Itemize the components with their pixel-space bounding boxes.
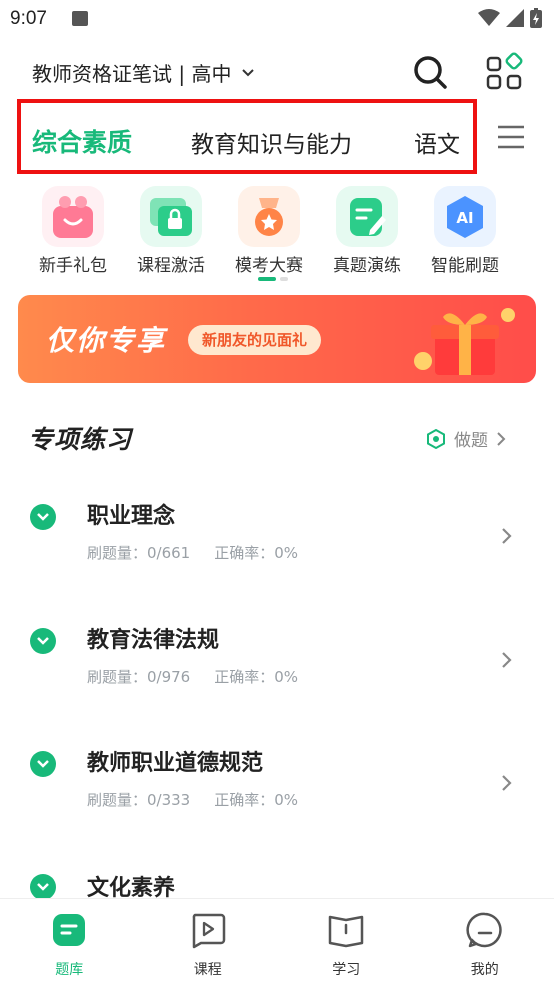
quick-actions: 新手礼包 课程激活 模考大赛 真题演练 AI 智能刷题	[24, 186, 524, 276]
quick-actions-pager	[258, 277, 288, 281]
nav-label: 课程	[193, 962, 222, 978]
question-bank-icon	[50, 911, 88, 949]
nav-course[interactable]: 课程	[139, 899, 278, 984]
battery-charging-icon	[530, 8, 542, 28]
quick-action-mock-exam[interactable]: 模考大赛	[220, 186, 318, 276]
nav-label: 学习	[332, 962, 361, 978]
section-title: 专项练习	[28, 425, 133, 454]
practice-accuracy: 正确率：0%	[214, 544, 299, 562]
hexagon-icon	[427, 428, 445, 449]
nav-label: 题库	[55, 962, 84, 978]
lock-card-icon	[140, 186, 202, 247]
nav-label: 我的	[470, 962, 499, 978]
profile-chat-icon	[466, 911, 504, 949]
ai-icon: AI	[434, 186, 496, 247]
top-header: 教师资格证笔试 | 高中	[0, 46, 554, 96]
quick-action-label: 智能刷题	[431, 256, 499, 276]
tab-yuwen[interactable]: 语文	[414, 125, 460, 159]
banner-title: 仅你专享	[46, 324, 167, 357]
tab-jiaoyu-zhishi[interactable]: 教育知识与能力	[191, 125, 352, 159]
chevron-right-icon	[502, 652, 512, 668]
bottom-nav: 题库 课程 学习 我的	[0, 898, 554, 984]
status-bar: 9:07	[0, 0, 554, 36]
pager-dot	[280, 277, 288, 281]
practice-item-stats: 刷题量：0/333 正确率：0%	[87, 789, 298, 810]
status-icons	[478, 8, 542, 28]
gift-icon	[42, 186, 104, 247]
play-bubble-icon	[189, 911, 227, 949]
exam-selector[interactable]: 教师资格证笔试 | 高中	[32, 58, 255, 87]
practice-item[interactable]: 职业理念 刷题量：0/661 正确率：0%	[0, 504, 554, 604]
practice-item[interactable]: 教师职业道德规范 刷题量：0/333 正确率：0%	[0, 751, 554, 851]
chevron-down-icon	[242, 68, 255, 76]
check-circle-icon	[30, 628, 56, 654]
menu-icon[interactable]	[495, 122, 527, 152]
exam-selector-label: 教师资格证笔试 | 高中	[32, 62, 232, 86]
search-icon[interactable]	[410, 52, 450, 92]
quick-action-smart-practice[interactable]: AI 智能刷题	[416, 186, 514, 276]
nav-profile[interactable]: 我的	[416, 899, 554, 984]
banner-pill: 新朋友的见面礼	[188, 325, 322, 355]
practice-item-stats: 刷题量：0/661 正确率：0%	[87, 542, 298, 563]
practice-accuracy: 正确率：0%	[214, 791, 299, 809]
check-circle-icon	[30, 504, 56, 530]
practice-item-stats: 刷题量：0/976 正确率：0%	[87, 666, 298, 687]
gift-box-illustration	[414, 308, 515, 375]
nav-study[interactable]: 学习	[277, 899, 416, 984]
notification-app-icon	[72, 11, 88, 26]
quick-action-past-papers[interactable]: 真题演练	[318, 186, 416, 276]
practice-count: 刷题量：0/333	[87, 791, 191, 809]
nav-question-bank[interactable]: 题库	[0, 899, 139, 984]
practice-item[interactable]: 文化素养	[0, 874, 554, 898]
wifi-icon	[478, 9, 500, 26]
practice-accuracy: 正确率：0%	[214, 668, 299, 686]
practice-item-title: 文化素养	[87, 876, 176, 898]
practice-item-title: 教育法律法规	[87, 628, 220, 653]
check-circle-icon	[30, 751, 56, 777]
chevron-right-icon	[502, 528, 512, 544]
practice-item-title: 职业理念	[87, 504, 176, 529]
do-questions-label: 做题	[454, 431, 488, 451]
quick-action-label: 新手礼包	[39, 256, 107, 276]
chevron-right-icon	[497, 431, 506, 446]
quick-action-label: 课程激活	[137, 256, 205, 276]
signal-icon	[506, 9, 524, 27]
practice-item[interactable]: 教育法律法规 刷题量：0/976 正确率：0%	[0, 628, 554, 728]
do-questions-link[interactable]: 做题	[426, 426, 506, 451]
svg-text:AI: AI	[456, 209, 473, 227]
pager-dot-active	[258, 277, 276, 281]
practice-count: 刷题量：0/661	[87, 544, 191, 562]
medal-icon	[238, 186, 300, 247]
practice-count: 刷题量：0/976	[87, 668, 191, 686]
status-time: 9:07	[10, 8, 47, 29]
apps-grid-icon[interactable]	[484, 52, 524, 92]
quick-action-activate[interactable]: 课程激活	[122, 186, 220, 276]
subject-tabs: 综合素质 教育知识与能力 语文	[17, 99, 477, 174]
quick-action-label: 模考大赛	[235, 256, 303, 276]
practice-item-title: 教师职业道德规范	[87, 751, 264, 776]
promo-banner[interactable]: 仅你专享 新朋友的见面礼	[18, 295, 536, 383]
quick-action-gift[interactable]: 新手礼包	[24, 186, 122, 276]
book-icon	[327, 911, 365, 949]
check-circle-icon	[30, 874, 56, 898]
quick-action-label: 真题演练	[333, 256, 401, 276]
chevron-right-icon	[502, 775, 512, 791]
pen-note-icon	[336, 186, 398, 247]
tab-zonghe-suzhi[interactable]: 综合素质	[32, 123, 132, 159]
